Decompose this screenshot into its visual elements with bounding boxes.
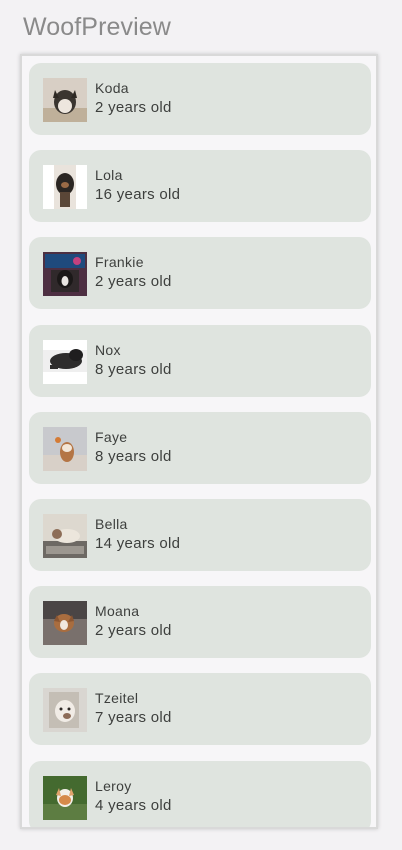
dog-text: Leroy 4 years old — [95, 777, 172, 816]
dog-card[interactable]: Moana 2 years old — [29, 586, 371, 659]
dog-age: 16 years old — [95, 186, 181, 204]
dog-text: Lola 16 years old — [95, 166, 180, 205]
dog-name: Bella — [95, 515, 128, 532]
dog-card[interactable]: Faye 8 years old — [29, 411, 371, 484]
dog-name: Tzeitel — [95, 690, 139, 707]
preview-frame: Koda 2 years old Lola 16 years old Frank… — [20, 54, 378, 829]
dog-age: 4 years old — [95, 796, 172, 814]
dog-text: Nox 8 years old — [95, 341, 172, 380]
dog-text: Koda 2 years old — [95, 79, 172, 118]
dog-card[interactable]: Bella 14 years old — [29, 498, 371, 571]
dog-text: Tzeitel 7 years old — [95, 689, 172, 728]
dog-photo-icon — [43, 426, 87, 471]
dog-card[interactable]: Leroy 4 years old — [29, 760, 371, 827]
dog-text: Faye 8 years old — [95, 428, 172, 467]
dog-photo-icon — [43, 78, 87, 122]
dog-card[interactable]: Nox 8 years old — [29, 324, 371, 397]
dog-age: 8 years old — [95, 447, 172, 465]
dog-age: 2 years old — [95, 99, 172, 116]
dog-name: Faye — [95, 428, 128, 445]
dog-card[interactable]: Tzeitel 7 years old — [29, 673, 371, 746]
dog-card[interactable]: Frankie 2 years old — [29, 237, 371, 310]
dog-age: 14 years old — [95, 534, 181, 552]
dog-name: Frankie — [95, 254, 144, 271]
dog-photo-icon — [43, 601, 87, 646]
dog-photo-icon — [43, 165, 87, 210]
dog-age: 2 years old — [95, 622, 172, 640]
dog-name: Lola — [95, 167, 123, 184]
dog-name: Koda — [95, 80, 129, 96]
dog-name: Moana — [95, 603, 140, 620]
dog-text: Frankie 2 years old — [95, 253, 172, 292]
dog-card[interactable]: Koda 2 years old — [29, 63, 371, 135]
dog-age: 2 years old — [95, 273, 172, 291]
dog-age: 8 years old — [95, 360, 172, 378]
dog-photo-icon — [43, 252, 87, 297]
dog-photo-icon — [43, 688, 87, 733]
dog-text: Moana 2 years old — [95, 602, 172, 641]
dog-photo-icon — [43, 513, 87, 558]
preview-title: WoofPreview — [23, 13, 171, 41]
dog-card[interactable]: Lola 16 years old — [29, 150, 371, 223]
dog-photo-icon — [43, 775, 87, 820]
dog-name: Nox — [95, 341, 121, 358]
dog-list[interactable]: Koda 2 years old Lola 16 years old Frank… — [29, 63, 371, 827]
dog-photo-icon — [43, 339, 87, 384]
dog-age: 7 years old — [95, 709, 172, 727]
dog-name: Leroy — [95, 777, 132, 794]
dog-text: Bella 14 years old — [95, 515, 180, 554]
